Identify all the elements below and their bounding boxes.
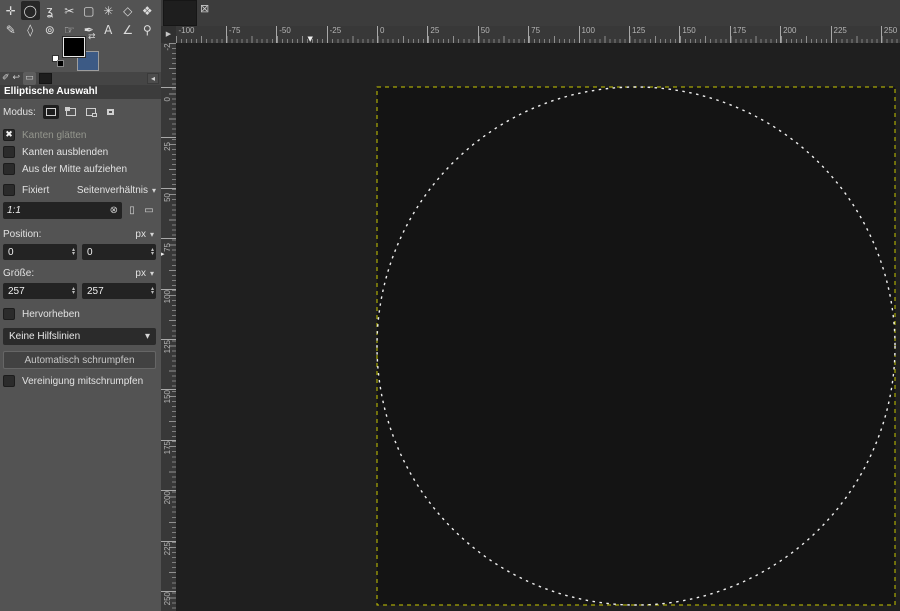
left-dock-panel: ✛◯ʓ✂▢✳◇❖ ✎◊⊚☞✒A∠⚲ ⇄ ✐ ↩ ▭ ◂ Elliptische … bbox=[0, 0, 161, 611]
measure-tool[interactable]: ∠ bbox=[118, 20, 138, 39]
ruler-label: 150 bbox=[161, 389, 176, 408]
auto-shrink-button[interactable]: Automatisch schrumpfen bbox=[3, 351, 156, 369]
ruler-label: 125 bbox=[629, 26, 645, 43]
size-label: Größe: bbox=[3, 268, 34, 279]
clone-tool[interactable]: ⊚ bbox=[40, 20, 60, 39]
landscape-orientation-button[interactable]: ▭ bbox=[142, 204, 156, 218]
guides-dropdown[interactable]: Keine Hilfslinien ▾ bbox=[3, 328, 156, 345]
swap-colors-icon[interactable]: ⇄ bbox=[88, 32, 96, 42]
vertical-ruler: ▸ -250255075100125150175200225250 bbox=[161, 43, 176, 611]
ruler-label: -50 bbox=[276, 26, 291, 43]
position-y-spinner[interactable]: 0 ▴▾ bbox=[82, 244, 156, 260]
ruler-label: 75 bbox=[528, 26, 540, 43]
active-dock-tab-icon[interactable]: ▭ bbox=[23, 72, 36, 85]
antialias-checkbox[interactable]: ✖ bbox=[3, 129, 15, 141]
dockable-header: ✐ ↩ ▭ ◂ bbox=[0, 72, 161, 85]
ellipse-select-tool[interactable]: ◯ bbox=[21, 1, 41, 20]
scissors-select-tool[interactable]: ✂ bbox=[60, 1, 80, 20]
highlight-label: Hervorheben bbox=[22, 309, 80, 320]
ruler-label: 100 bbox=[161, 289, 176, 308]
ruler-label: 175 bbox=[730, 26, 746, 43]
ruler-label: 250 bbox=[881, 26, 897, 43]
ruler-label: -100 bbox=[176, 26, 194, 43]
ruler-label: 250 bbox=[161, 591, 176, 610]
image-thumb-tab-icon[interactable] bbox=[39, 73, 52, 84]
fixed-checkbox[interactable] bbox=[3, 184, 15, 196]
ruler-label: 100 bbox=[579, 26, 595, 43]
mode-replace-button[interactable] bbox=[43, 105, 59, 119]
feather-label: Kanten ausblenden bbox=[22, 147, 108, 158]
zoom-tool[interactable]: ⚲ bbox=[138, 20, 158, 39]
tool-options-tab-icon[interactable]: ✐ bbox=[2, 72, 10, 85]
ruler-label: 75 bbox=[161, 238, 176, 257]
ruler-label: 200 bbox=[161, 490, 176, 509]
pointer-position-marker: ▼ bbox=[307, 35, 312, 43]
fixed-type-dropdown[interactable]: Seitenverhältnis ▾ bbox=[77, 185, 156, 196]
image-layer[interactable] bbox=[377, 87, 895, 605]
size-height-spinner[interactable]: 257 ▴▾ bbox=[82, 283, 156, 299]
perspective-tool[interactable]: ◇ bbox=[118, 1, 138, 20]
chevron-down-icon: ▾ bbox=[150, 269, 154, 278]
eraser-tool[interactable]: ◊ bbox=[21, 20, 41, 39]
ruler-label: 50 bbox=[161, 188, 176, 207]
mode-add-button[interactable] bbox=[63, 105, 79, 119]
feather-checkbox[interactable] bbox=[3, 146, 15, 158]
size-width-spinner[interactable]: 257 ▴▾ bbox=[3, 283, 77, 299]
expand-from-center-label: Aus der Mitte aufziehen bbox=[22, 164, 127, 175]
pencil-tool[interactable]: ✎ bbox=[1, 20, 21, 39]
ruler-label: 225 bbox=[161, 541, 176, 560]
move-tool[interactable]: ✛ bbox=[1, 1, 21, 20]
ruler-label: 25 bbox=[161, 137, 176, 156]
ruler-label: 0 bbox=[377, 26, 384, 43]
ruler-label: -25 bbox=[161, 43, 176, 56]
ruler-label: 125 bbox=[161, 339, 176, 358]
chevron-down-icon: ▾ bbox=[145, 331, 150, 342]
close-box-icon[interactable]: ⊠ bbox=[200, 2, 209, 15]
ruler-corner-button[interactable]: ▶ bbox=[161, 26, 176, 43]
tool-options-title: Elliptische Auswahl bbox=[0, 85, 161, 99]
ruler-label: 25 bbox=[427, 26, 439, 43]
shrink-merged-label: Vereinigung mitschrumpfen bbox=[22, 376, 143, 387]
ruler-label: -25 bbox=[327, 26, 342, 43]
shrink-merged-checkbox[interactable] bbox=[3, 375, 15, 387]
highlight-checkbox[interactable] bbox=[3, 308, 15, 320]
free-select-tool[interactable]: ʓ bbox=[40, 1, 60, 20]
aspect-ratio-input[interactable]: 1:1 ⊗ bbox=[3, 202, 122, 219]
transform-tool[interactable]: ✳ bbox=[99, 1, 119, 20]
ruler-label: -75 bbox=[226, 26, 241, 43]
fixed-label: Fixiert bbox=[22, 185, 49, 196]
mode-label: Modus: bbox=[3, 107, 36, 118]
ruler-label: 150 bbox=[679, 26, 695, 43]
antialias-label: Kanten glätten bbox=[22, 130, 87, 141]
undo-history-tab-icon[interactable]: ↩ bbox=[13, 72, 21, 85]
default-colors-icon[interactable] bbox=[52, 55, 64, 67]
foreground-color-swatch[interactable] bbox=[63, 37, 85, 57]
position-label: Position: bbox=[3, 229, 41, 240]
toolbox: ✛◯ʓ✂▢✳◇❖ ✎◊⊚☞✒A∠⚲ ⇄ bbox=[0, 0, 161, 72]
crop-tool[interactable]: ▢ bbox=[79, 1, 99, 20]
airbrush-tool[interactable]: ❖ bbox=[138, 1, 158, 20]
ruler-label: 225 bbox=[831, 26, 847, 43]
image-tab-thumbnail[interactable] bbox=[163, 0, 197, 26]
ruler-label: 175 bbox=[161, 440, 176, 459]
ruler-label: 200 bbox=[780, 26, 796, 43]
ruler-label: 0 bbox=[161, 87, 176, 106]
portrait-orientation-button[interactable]: ▯ bbox=[125, 204, 139, 218]
size-unit-dropdown[interactable]: px ▾ bbox=[135, 268, 156, 279]
mode-intersect-button[interactable] bbox=[103, 105, 119, 119]
clear-icon[interactable]: ⊗ bbox=[110, 205, 118, 216]
canvas-area[interactable] bbox=[176, 43, 900, 611]
mode-subtract-button[interactable] bbox=[83, 105, 99, 119]
position-x-spinner[interactable]: 0 ▴▾ bbox=[3, 244, 77, 260]
expand-from-center-checkbox[interactable] bbox=[3, 163, 15, 175]
image-tab-bar: ⊠ bbox=[161, 0, 900, 26]
chevron-down-icon: ▾ bbox=[152, 186, 156, 195]
horizontal-ruler: ▼ -100 -75 -50 -25 0 25 50 75 100 125 150 175 200 225… bbox=[176, 26, 900, 43]
position-unit-dropdown[interactable]: px ▾ bbox=[135, 229, 156, 240]
ruler-label: 50 bbox=[478, 26, 490, 43]
image-canvas[interactable] bbox=[176, 43, 900, 611]
tab-menu-button[interactable]: ◂ bbox=[147, 73, 159, 84]
chevron-down-icon: ▾ bbox=[150, 230, 154, 239]
text-tool[interactable]: A bbox=[99, 20, 119, 39]
